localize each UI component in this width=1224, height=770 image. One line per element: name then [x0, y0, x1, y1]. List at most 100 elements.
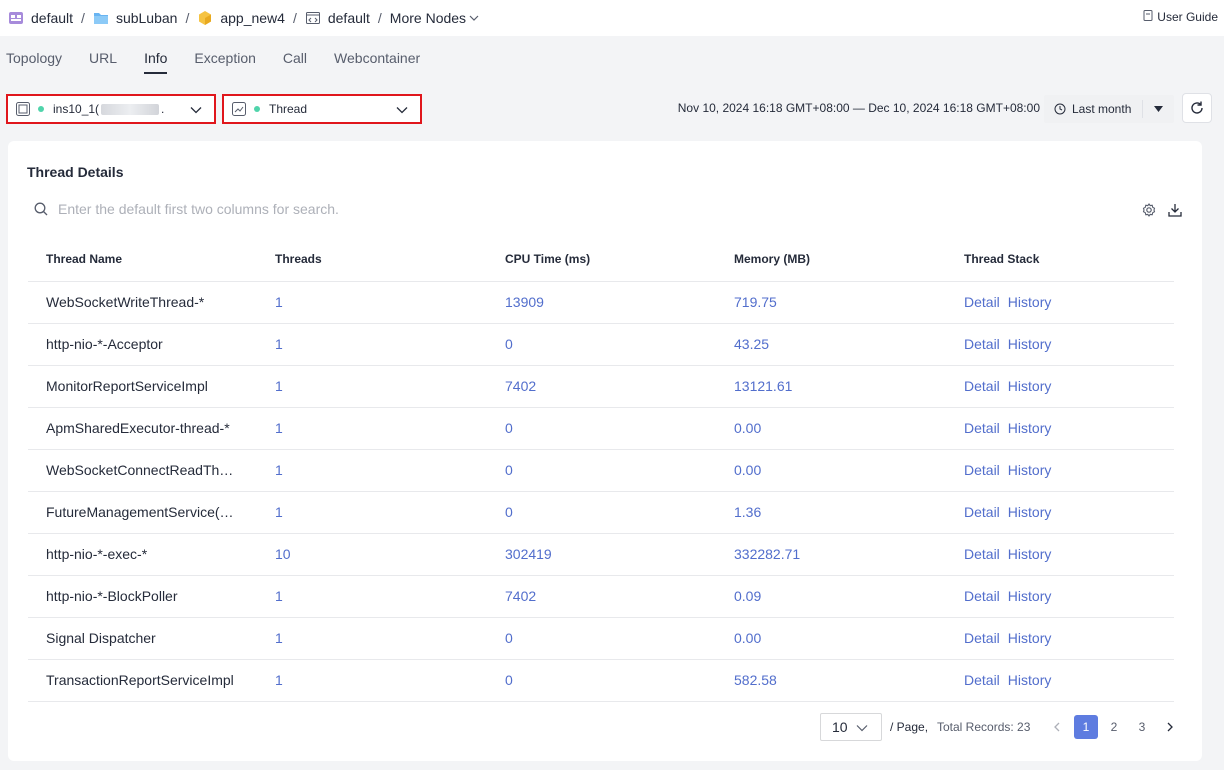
tab-topology[interactable]: Topology	[6, 50, 62, 74]
breadcrumb-separator: /	[81, 10, 85, 26]
history-link[interactable]: History	[1008, 504, 1052, 520]
history-link[interactable]: History	[1008, 420, 1052, 436]
refresh-button[interactable]	[1182, 93, 1212, 123]
cell-memory[interactable]: 13121.61	[716, 365, 946, 408]
table-row: http-nio-*-BlockPoller 1 7402 0.09 Detail His…	[28, 575, 1174, 618]
cell-threads[interactable]: 1	[257, 491, 487, 534]
cell-threads[interactable]: 1	[257, 281, 487, 324]
environment-code-icon	[305, 10, 321, 26]
time-preset-select[interactable]: Last month	[1044, 95, 1174, 123]
page-button-3[interactable]: 3	[1130, 715, 1154, 739]
cell-memory[interactable]: 332282.71	[716, 533, 946, 576]
instance-select[interactable]: ins10_1( .	[6, 94, 216, 124]
tab-call[interactable]: Call	[283, 50, 307, 74]
detail-link[interactable]: Detail	[964, 294, 1000, 310]
breadcrumb-label: app_new4	[220, 10, 285, 26]
next-page-button[interactable]	[1158, 715, 1182, 739]
history-link[interactable]: History	[1008, 336, 1052, 352]
tab-url[interactable]: URL	[89, 50, 117, 74]
history-link[interactable]: History	[1008, 588, 1052, 604]
chevron-left-icon	[1054, 722, 1060, 732]
prev-page-button[interactable]	[1045, 715, 1069, 739]
detail-link[interactable]: Detail	[964, 420, 1000, 436]
status-dot	[254, 106, 260, 112]
column-header-threads[interactable]: Threads	[257, 238, 487, 282]
table-row: WebSocketWriteThread-* 1 13909 719.75 Detail…	[28, 281, 1174, 324]
cell-threads[interactable]: 1	[257, 659, 487, 702]
download-icon[interactable]	[1167, 202, 1183, 218]
breadcrumb-item-environment[interactable]: default	[305, 10, 370, 26]
cell-threads[interactable]: 1	[257, 617, 487, 660]
detail-link[interactable]: Detail	[964, 336, 1000, 352]
history-link[interactable]: History	[1008, 546, 1052, 562]
user-guide-link[interactable]: User Guide	[1143, 10, 1218, 24]
chevron-down-icon	[190, 107, 202, 114]
cell-cpu-time[interactable]: 0	[487, 407, 716, 450]
cell-cpu-time[interactable]: 0	[487, 659, 716, 702]
column-header-cpu-time[interactable]: CPU Time (ms)	[487, 238, 716, 282]
detail-link[interactable]: Detail	[964, 672, 1000, 688]
total-records: Total Records: 23	[937, 720, 1031, 734]
cell-cpu-time[interactable]: 13909	[487, 281, 716, 324]
cell-memory[interactable]: 43.25	[716, 323, 946, 366]
cell-cpu-time[interactable]: 0	[487, 323, 716, 366]
cell-memory[interactable]: 0.09	[716, 575, 946, 618]
cell-cpu-time[interactable]: 7402	[487, 575, 716, 618]
table-row: WebSocketConnectReadTh… 1 0 0.00 Detail Histo…	[28, 449, 1174, 492]
cell-memory[interactable]: 0.00	[716, 617, 946, 660]
cell-cpu-time[interactable]: 0	[487, 617, 716, 660]
page-size-select[interactable]: 10	[820, 713, 882, 741]
cell-cpu-time[interactable]: 0	[487, 491, 716, 534]
search-input[interactable]	[58, 201, 578, 217]
cell-cpu-time[interactable]: 0	[487, 449, 716, 492]
cell-memory[interactable]: 719.75	[716, 281, 946, 324]
cell-threads[interactable]: 1	[257, 323, 487, 366]
cell-threads[interactable]: 10	[257, 533, 487, 576]
detail-link[interactable]: Detail	[964, 546, 1000, 562]
caret-down-icon[interactable]	[1154, 106, 1163, 112]
breadcrumb-item-folder[interactable]: subLuban	[93, 10, 177, 26]
cell-memory[interactable]: 582.58	[716, 659, 946, 702]
history-link[interactable]: History	[1008, 630, 1052, 646]
breadcrumb-item-application[interactable]: app_new4	[197, 10, 285, 26]
refresh-icon	[1191, 101, 1203, 114]
cell-thread-name: WebSocketConnectReadTh…	[28, 449, 257, 492]
history-link[interactable]: History	[1008, 378, 1052, 394]
chevron-down-icon	[396, 107, 408, 114]
cell-cpu-time[interactable]: 302419	[487, 533, 716, 576]
history-link[interactable]: History	[1008, 462, 1052, 478]
cell-thread-stack: Detail History	[946, 659, 1174, 702]
tab-exception[interactable]: Exception	[194, 50, 255, 74]
metric-type-select[interactable]: Thread	[222, 94, 422, 124]
cell-threads[interactable]: 1	[257, 575, 487, 618]
chevron-down-icon	[469, 15, 479, 21]
detail-link[interactable]: Detail	[964, 588, 1000, 604]
cell-threads[interactable]: 1	[257, 449, 487, 492]
cell-memory[interactable]: 1.36	[716, 491, 946, 534]
tab-bar: Topology URL Info Exception Call Webcont…	[6, 50, 447, 74]
history-link[interactable]: History	[1008, 672, 1052, 688]
detail-link[interactable]: Detail	[964, 630, 1000, 646]
history-link[interactable]: History	[1008, 294, 1052, 310]
gear-icon[interactable]	[1142, 203, 1156, 217]
detail-link[interactable]: Detail	[964, 504, 1000, 520]
cell-memory[interactable]: 0.00	[716, 449, 946, 492]
page-size-value: 10	[832, 719, 848, 735]
page-button-2[interactable]: 2	[1102, 715, 1126, 739]
column-header-memory[interactable]: Memory (MB)	[716, 238, 946, 282]
cell-threads[interactable]: 1	[257, 407, 487, 450]
column-header-thread-name[interactable]: Thread Name	[28, 238, 257, 282]
cell-memory[interactable]: 0.00	[716, 407, 946, 450]
tab-webcontainer[interactable]: Webcontainer	[334, 50, 420, 74]
breadcrumb-item-workspace[interactable]: default	[8, 10, 73, 26]
more-nodes-dropdown[interactable]: More Nodes	[390, 10, 479, 26]
tab-info[interactable]: Info	[144, 50, 168, 74]
workspace-icon	[8, 10, 24, 26]
cell-threads[interactable]: 1	[257, 365, 487, 408]
detail-link[interactable]: Detail	[964, 462, 1000, 478]
cell-thread-stack: Detail History	[946, 323, 1174, 366]
table-row: http-nio-*-Acceptor 1 0 43.25 Detail History	[28, 323, 1174, 366]
page-button-1[interactable]: 1	[1074, 715, 1098, 739]
detail-link[interactable]: Detail	[964, 378, 1000, 394]
cell-cpu-time[interactable]: 7402	[487, 365, 716, 408]
